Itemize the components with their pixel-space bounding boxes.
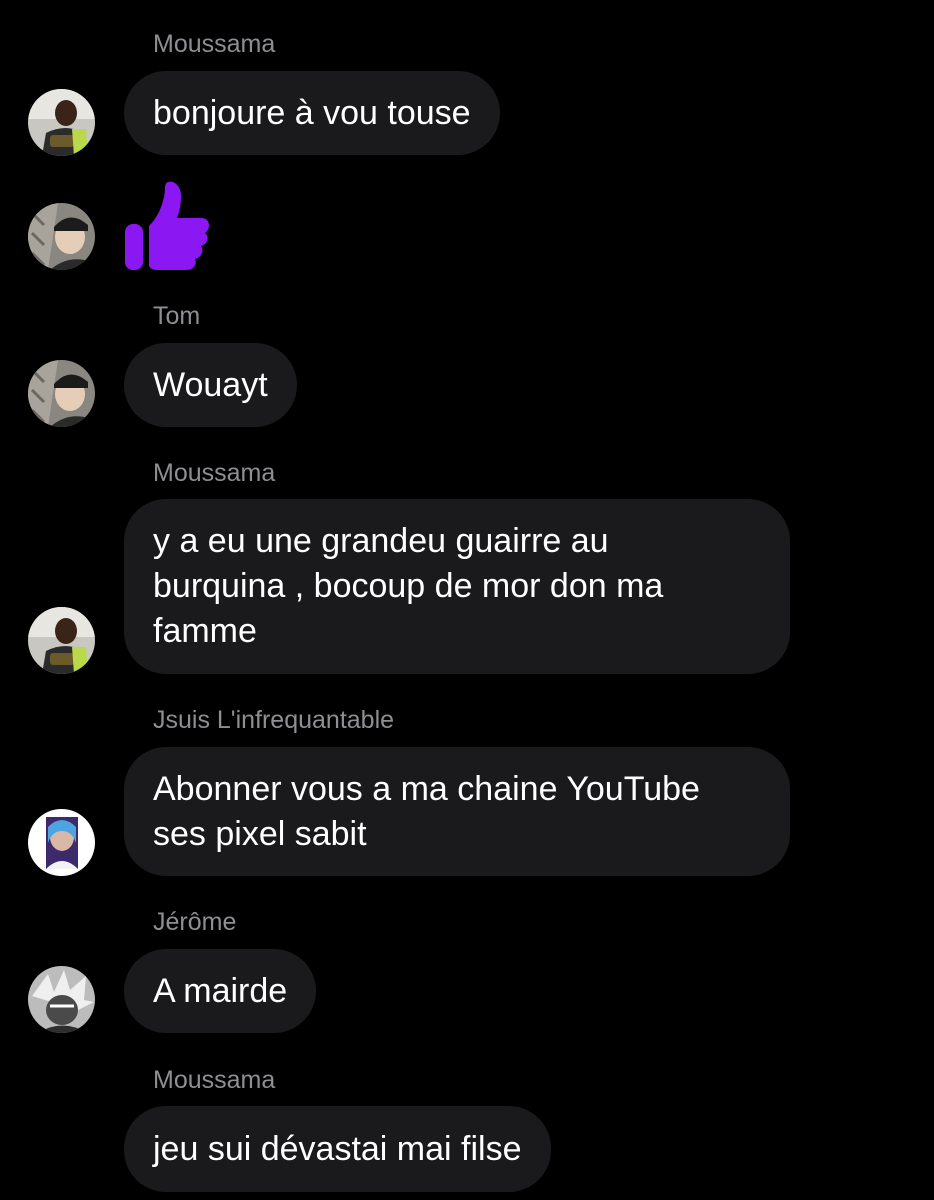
message-bubble[interactable]: jeu sui dévastai mai filse [124,1106,551,1192]
sender-name: Jérôme [153,908,237,936]
message-bubble[interactable]: bonjoure à vou touse [124,71,500,155]
avatar-tom[interactable] [28,360,95,427]
avatar-jerome[interactable] [28,966,95,1033]
message-text: Abonner vous a ma chaine YouTube ses pix… [153,769,700,853]
avatar-moussama[interactable] [28,607,95,674]
sender-name: Tom [153,302,201,330]
message-text: jeu sui dévastai mai filse [153,1129,522,1168]
message-bubble[interactable]: Abonner vous a ma chaine YouTube ses pix… [124,747,790,876]
sender-name: Moussama [153,30,276,58]
avatar-tom[interactable] [28,203,95,270]
message-text: y a eu une grandeu guairre au burquina ,… [153,522,664,650]
message-bubble[interactable]: y a eu une grandeu guairre au burquina ,… [124,499,790,674]
avatar-moussama[interactable] [28,89,95,156]
message-bubble[interactable]: A mairde [124,949,317,1033]
message-bubble[interactable]: Wouayt [124,343,297,427]
sender-name: Jsuis L'infrequantable [153,706,395,734]
sender-name: Moussama [153,1066,276,1094]
sender-name: Moussama [153,459,276,487]
thumbs-up-icon[interactable] [121,180,213,272]
message-text: A mairde [153,971,288,1010]
message-text: bonjoure à vou touse [153,93,471,132]
avatar-jsuis[interactable] [28,809,95,876]
message-text: Wouayt [153,365,268,404]
